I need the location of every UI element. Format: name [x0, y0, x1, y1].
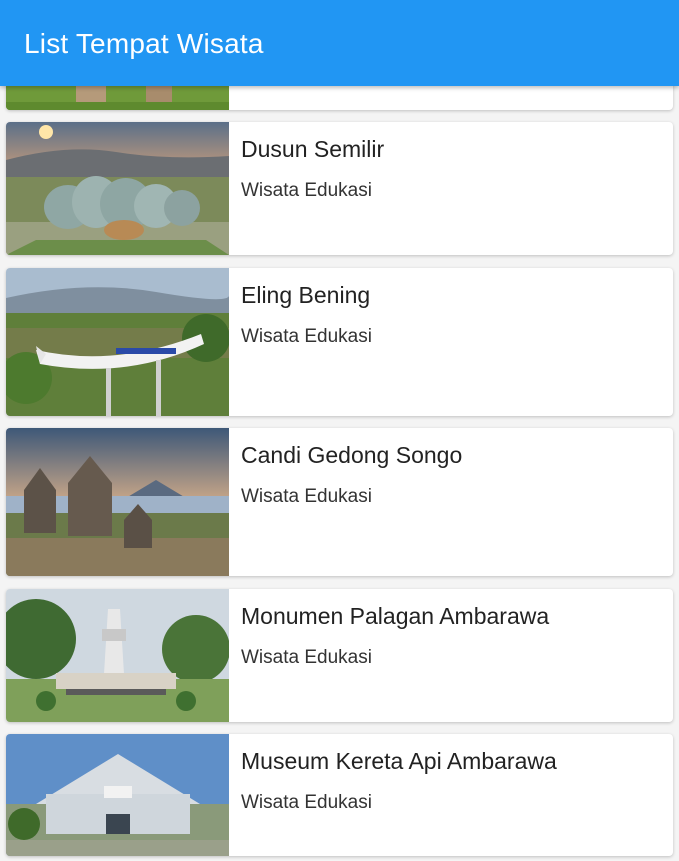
- place-photo: [6, 428, 229, 576]
- place-category: Wisata Edukasi: [241, 647, 372, 668]
- app-title: List Tempat Wisata: [24, 28, 264, 59]
- place-name: Museum Kereta Api Ambarawa: [241, 748, 557, 774]
- place-photo: [6, 734, 229, 856]
- place-card[interactable]: Dusun Semilir Wisata Edukasi: [6, 122, 673, 255]
- place-category: Wisata Edukasi: [241, 180, 372, 201]
- app-bar: List Tempat Wisata: [0, 0, 679, 86]
- place-card[interactable]: Museum Kereta Api Ambarawa Wisata Edukas…: [6, 734, 673, 856]
- place-card[interactable]: Monumen Palagan Ambarawa Wisata Edukasi: [6, 589, 673, 722]
- place-card[interactable]: Eling Bening Wisata Edukasi: [6, 268, 673, 416]
- place-category: Wisata Edukasi: [241, 326, 372, 347]
- place-list[interactable]: Dusun Semilir Wisata Edukasi Eling Benin…: [0, 0, 679, 861]
- place-photo: [6, 268, 229, 416]
- app-screen: Dusun Semilir Wisata Edukasi Eling Benin…: [0, 0, 679, 861]
- place-category: Wisata Edukasi: [241, 486, 372, 507]
- place-name: Eling Bening: [241, 282, 371, 308]
- place-name: Monumen Palagan Ambarawa: [241, 603, 550, 629]
- place-name: Candi Gedong Songo: [241, 442, 463, 468]
- place-card[interactable]: Candi Gedong Songo Wisata Edukasi: [6, 428, 673, 576]
- place-photo: [6, 122, 229, 255]
- place-name: Dusun Semilir: [241, 136, 385, 162]
- place-photo: [6, 589, 229, 722]
- place-category: Wisata Edukasi: [241, 792, 372, 813]
